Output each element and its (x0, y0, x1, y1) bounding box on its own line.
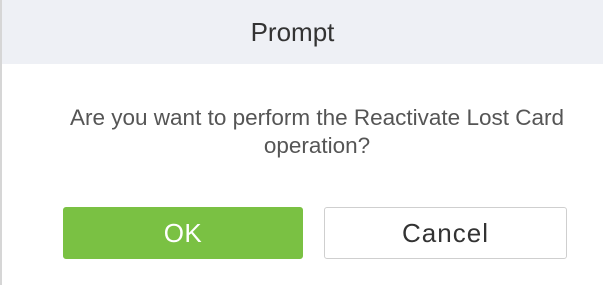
cancel-button[interactable]: Cancel (324, 207, 567, 259)
dialog-header: Prompt (2, 0, 603, 64)
prompt-dialog: Prompt Are you want to perform the React… (0, 0, 603, 285)
dialog-title: Prompt (250, 16, 335, 47)
ok-button[interactable]: OK (63, 207, 303, 259)
dialog-message: Are you want to perform the Reactivate L… (70, 105, 564, 158)
